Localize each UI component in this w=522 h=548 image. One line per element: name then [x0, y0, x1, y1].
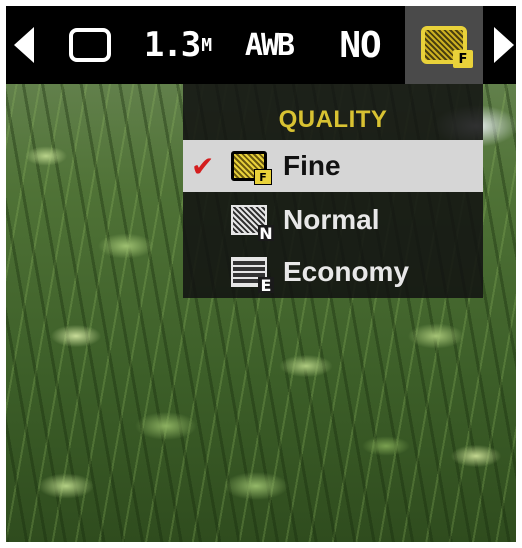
quality-badge: F: [453, 50, 473, 68]
menu-title: QUALITY: [278, 106, 388, 133]
quality-normal-icon: N: [231, 205, 274, 243]
menu-item-fine[interactable]: ✔ F Fine: [183, 140, 483, 192]
quality-fine-icon: F: [231, 151, 272, 185]
frame-mode-button[interactable]: [60, 6, 120, 84]
quality-fine-icon: F: [421, 26, 473, 68]
flash-label: NO: [339, 24, 381, 66]
menu-item-economy[interactable]: E Economy: [183, 246, 483, 298]
fine-badge: F: [254, 169, 272, 185]
normal-badge: N: [258, 223, 274, 243]
arrow-left-icon: [14, 27, 34, 63]
resolution-value: 1.3: [143, 25, 201, 65]
settings-toolbar: 1.3 M AWB NO F: [6, 6, 516, 84]
menu-item-label: Fine: [283, 150, 341, 181]
quality-setting-button[interactable]: F: [405, 6, 483, 84]
white-balance-button[interactable]: AWB: [234, 6, 304, 84]
menu-item-normal[interactable]: N Normal: [183, 194, 483, 246]
checkmark-icon: ✔: [191, 149, 215, 183]
economy-badge: E: [258, 276, 274, 295]
scroll-left-button[interactable]: [10, 6, 38, 84]
frame-mode-icon: [69, 28, 111, 62]
resolution-button[interactable]: 1.3 M: [136, 6, 218, 84]
flash-button[interactable]: NO: [324, 6, 396, 84]
quality-menu: QUALITY ✔ F Fine N Normal E Economy: [183, 84, 483, 298]
camera-viewfinder: 1.3 M AWB NO F QUALITY ✔ F Fine N Normal…: [6, 6, 516, 542]
scroll-right-button[interactable]: [492, 6, 516, 84]
menu-item-label: Economy: [283, 256, 410, 287]
quality-economy-icon: E: [231, 257, 274, 295]
resolution-unit: M: [201, 34, 212, 56]
menu-item-label: Normal: [283, 204, 380, 235]
arrow-right-icon: [494, 27, 514, 63]
white-balance-label: AWB: [244, 27, 295, 63]
